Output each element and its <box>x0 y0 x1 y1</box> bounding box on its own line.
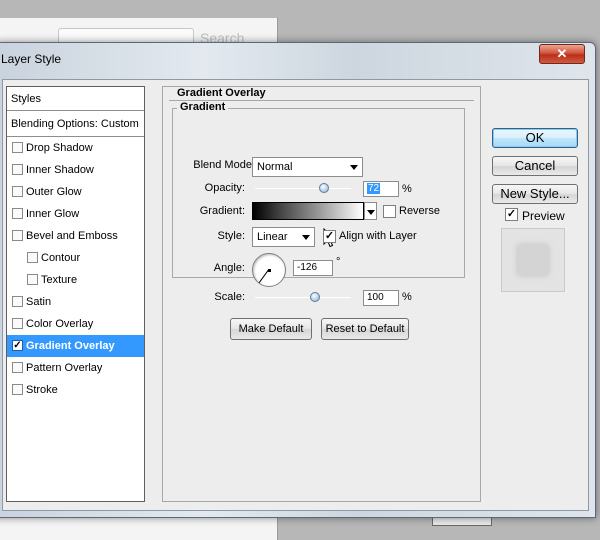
preview-checkbox[interactable]: ✓ <box>505 208 518 221</box>
gradient-swatch[interactable] <box>252 202 364 220</box>
scale-label: Scale: <box>214 291 245 303</box>
opacity-unit: % <box>402 183 412 195</box>
chevron-down-icon <box>350 165 358 170</box>
scale-slider-track[interactable] <box>255 297 351 298</box>
scale-value: 100 <box>367 292 384 303</box>
style-item-checkbox[interactable] <box>12 142 23 153</box>
layer-style-dialog: Layer Style ✕ Styles Blending Options: C… <box>0 42 596 518</box>
angle-dial[interactable] <box>252 253 286 287</box>
style-item-label: Pattern Overlay <box>26 362 103 374</box>
opacity-slider-track[interactable] <box>255 188 351 189</box>
angle-unit: ° <box>336 256 341 268</box>
style-item-label: Inner Shadow <box>26 164 94 176</box>
reset-to-default-button[interactable]: Reset to Default <box>321 318 409 340</box>
preview-label: Preview <box>522 209 565 223</box>
dialog-client-area: Styles Blending Options: Custom Drop Sha… <box>2 79 589 511</box>
make-default-button[interactable]: Make Default <box>230 318 312 340</box>
opacity-input[interactable]: 72 <box>363 181 399 197</box>
angle-label: Angle: <box>213 262 245 274</box>
style-item-checkbox[interactable] <box>12 318 23 329</box>
preview-inner-square <box>518 245 548 275</box>
style-item-pattern-overlay[interactable]: Pattern Overlay <box>7 357 144 379</box>
style-item-drop-shadow[interactable]: Drop Shadow <box>7 137 144 159</box>
style-item-checkbox[interactable] <box>12 186 23 197</box>
style-label: Style: <box>217 230 245 242</box>
style-item-checkbox[interactable] <box>12 164 23 175</box>
style-item-checkbox[interactable] <box>12 208 23 219</box>
align-with-layer-label: Align with Layer <box>339 230 417 242</box>
style-item-checkbox[interactable] <box>12 296 23 307</box>
style-item-checkbox[interactable] <box>27 252 38 263</box>
angle-dial-center <box>268 269 271 272</box>
style-item-satin[interactable]: Satin <box>7 291 144 313</box>
gradient-label: Gradient: <box>199 205 245 217</box>
style-value: Linear <box>257 231 288 243</box>
style-item-label: Color Overlay <box>26 318 94 330</box>
align-with-layer-checkbox[interactable]: ✓ <box>323 230 336 243</box>
scale-unit: % <box>402 291 412 303</box>
chevron-down-icon <box>302 235 310 240</box>
opacity-value: 72 <box>367 183 381 194</box>
style-item-texture[interactable]: Texture <box>7 269 144 291</box>
chevron-down-icon <box>367 210 375 215</box>
style-select[interactable]: Linear <box>252 227 315 247</box>
style-item-label: Inner Glow <box>26 208 80 220</box>
style-item-label: Drop Shadow <box>26 142 93 154</box>
ok-button[interactable]: OK <box>492 128 578 148</box>
style-preview-swatch <box>501 228 565 292</box>
blend-mode-label: Blend Mode: <box>193 159 255 171</box>
scale-slider-thumb[interactable] <box>310 292 320 302</box>
style-item-label: Gradient Overlay <box>26 340 115 352</box>
style-item-outer-glow[interactable]: Outer Glow <box>7 181 144 203</box>
style-item-label: Texture <box>41 274 78 286</box>
style-item-label: Satin <box>26 296 52 308</box>
style-item-inner-shadow[interactable]: Inner Shadow <box>7 159 144 181</box>
style-item-checkbox[interactable] <box>12 362 23 373</box>
style-item-checkbox[interactable] <box>27 274 38 285</box>
style-item-checkbox[interactable] <box>12 230 23 241</box>
styles-list: Styles Blending Options: Custom Drop Sha… <box>6 86 145 502</box>
cancel-button[interactable]: Cancel <box>492 156 578 176</box>
style-item-label: Bevel and Emboss <box>26 230 118 242</box>
style-item-stroke[interactable]: Stroke <box>7 379 144 401</box>
opacity-label: Opacity: <box>204 182 245 194</box>
reverse-checkbox[interactable] <box>383 205 396 218</box>
styles-header[interactable]: Styles <box>7 87 144 111</box>
style-item-bevel-and-emboss[interactable]: Bevel and Emboss <box>7 225 144 247</box>
reverse-label: Reverse <box>399 205 440 217</box>
angle-value: -126 <box>297 262 318 273</box>
blend-mode-value: Normal <box>257 161 293 173</box>
gradient-dropdown-button[interactable] <box>364 202 377 220</box>
blend-mode-select[interactable]: Normal <box>252 157 363 177</box>
scale-input[interactable]: 100 <box>363 290 399 306</box>
style-item-label: Outer Glow <box>26 186 82 198</box>
dialog-title: Layer Style <box>1 52 62 66</box>
style-item-label: Stroke <box>26 384 58 396</box>
style-item-checkbox[interactable] <box>12 384 23 395</box>
gradient-group-title: Gradient <box>177 101 229 113</box>
style-item-label: Contour <box>41 252 81 264</box>
style-item-inner-glow[interactable]: Inner Glow <box>7 203 144 225</box>
style-item-gradient-overlay[interactable]: ✓ Gradient Overlay <box>7 335 144 357</box>
blending-options-item[interactable]: Blending Options: Custom <box>7 111 144 137</box>
angle-input[interactable]: -126 <box>293 260 333 276</box>
section-title: Gradient Overlay <box>175 87 268 99</box>
style-item-color-overlay[interactable]: Color Overlay <box>7 313 144 335</box>
style-item-contour[interactable]: Contour <box>7 247 144 269</box>
close-button[interactable]: ✕ <box>539 44 585 64</box>
style-item-checkbox[interactable]: ✓ <box>12 340 23 351</box>
new-style-button[interactable]: New Style... <box>492 184 578 204</box>
